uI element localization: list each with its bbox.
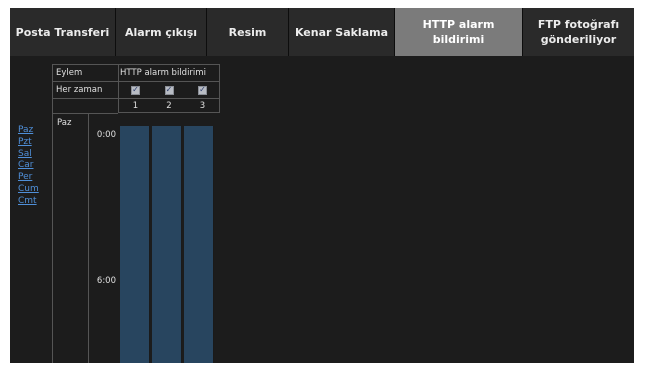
schedule-bar-1[interactable]	[120, 126, 150, 363]
tab-edge-storage[interactable]: Kenar Saklama	[289, 8, 395, 56]
tab-alarm-output[interactable]: Alarm çıkışı	[116, 8, 207, 56]
always-checkbox-1[interactable]: ✓	[131, 85, 140, 95]
schedule-bar-2[interactable]	[152, 126, 182, 363]
always-checkbox-3[interactable]: ✓	[198, 85, 207, 95]
day-link-wed[interactable]: Car	[18, 160, 39, 172]
day-links: Paz Pzt Sal Car Per Cum Cmt	[18, 125, 39, 208]
tab-ftp-photo[interactable]: FTP fotoğrafı gönderiliyor	[523, 8, 634, 56]
tab-bar: Posta Transferi Alarm çıkışı Resim Kenar…	[10, 8, 634, 56]
time-label-0: 0:00	[96, 130, 116, 140]
day-label: Paz	[52, 113, 88, 363]
always-label: Her zaman	[52, 81, 118, 98]
column-header-1: 1	[118, 98, 152, 113]
column-header-3: 3	[186, 98, 220, 113]
action-value: HTTP alarm bildirimi	[118, 64, 220, 81]
action-label: Eylem	[52, 64, 118, 81]
always-checkbox-2[interactable]: ✓	[164, 85, 174, 95]
tab-image[interactable]: Resim	[207, 8, 289, 56]
time-column	[88, 113, 118, 363]
tab-http-alarm[interactable]: HTTP alarm bildirimi	[395, 8, 523, 56]
schedule-grid: Eylem HTTP alarm bildirimi Her zaman ✓ ✓…	[52, 64, 220, 363]
day-link-sun[interactable]: Paz	[18, 125, 39, 137]
column-header-2: 2	[152, 98, 186, 113]
schedule-bar-3[interactable]	[184, 126, 214, 363]
tab-mail-transfer[interactable]: Posta Transferi	[10, 8, 116, 56]
day-link-tue[interactable]: Sal	[18, 149, 39, 161]
app-frame: Posta Transferi Alarm çıkışı Resim Kenar…	[10, 8, 634, 363]
day-link-sat[interactable]: Cmt	[18, 196, 39, 208]
day-link-mon[interactable]: Pzt	[18, 137, 39, 149]
day-link-fri[interactable]: Cum	[18, 184, 39, 196]
time-label-6: 6:00	[96, 276, 116, 286]
day-link-thu[interactable]: Per	[18, 172, 39, 184]
